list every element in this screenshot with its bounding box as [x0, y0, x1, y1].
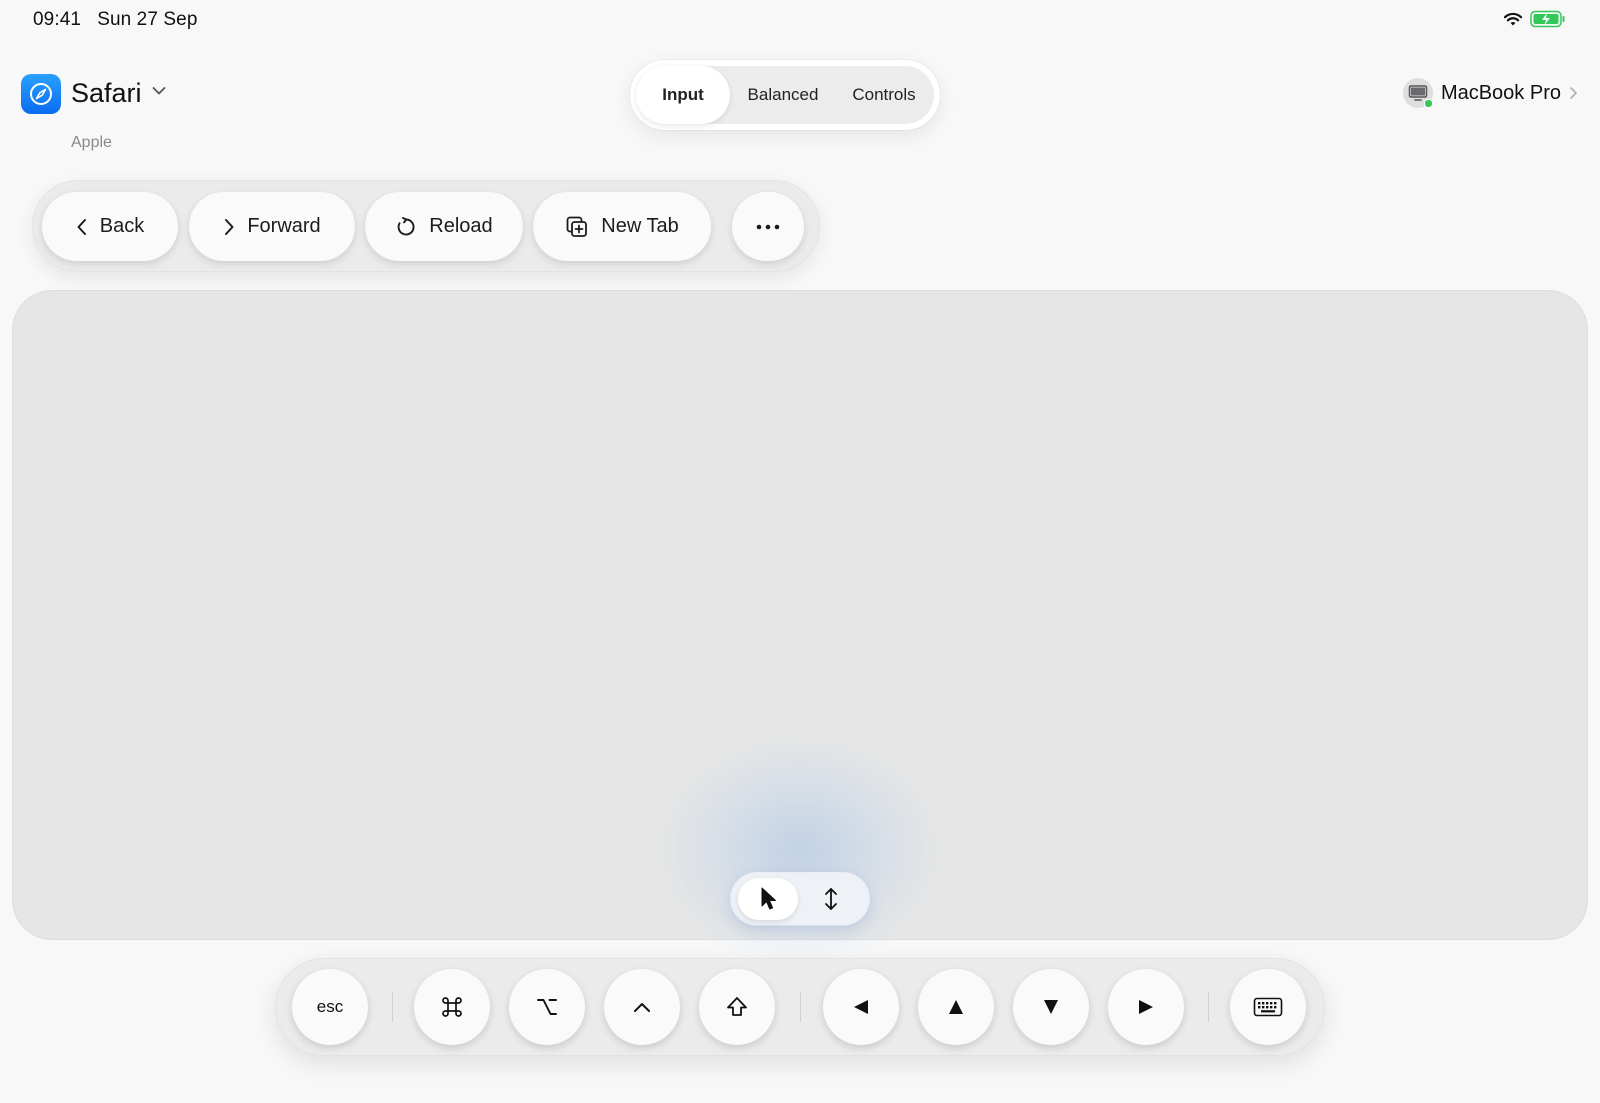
pointer-icon	[761, 887, 776, 910]
arrow-left-key[interactable]	[823, 969, 899, 1045]
status-date: Sun 27 Sep	[97, 9, 198, 30]
option-icon	[537, 999, 557, 1015]
chevron-left-icon	[77, 218, 86, 235]
keyboard-key[interactable]	[1230, 969, 1306, 1045]
status-bar-clock: 09:41 Sun 27 Sep	[33, 9, 198, 31]
new-tab-label: New Tab	[601, 215, 679, 237]
device-selector[interactable]: MacBook Pro	[1402, 78, 1578, 108]
esc-key[interactable]: esc	[292, 969, 368, 1045]
status-icons	[1503, 10, 1566, 28]
browser-toolbar: Back Forward Reload New Tab	[32, 180, 820, 272]
esc-key-label: esc	[316, 997, 344, 1016]
chevron-down-icon[interactable]	[152, 86, 166, 96]
arrow-right-icon	[1139, 1000, 1153, 1014]
keyboard-icon	[1253, 997, 1283, 1017]
more-button[interactable]	[732, 192, 804, 261]
key-divider	[800, 992, 801, 1022]
pointer-glow	[650, 730, 950, 970]
back-label: Back	[99, 215, 145, 237]
key-bar: esc	[275, 958, 1325, 1056]
forward-label: Forward	[247, 215, 321, 237]
online-status-dot	[1423, 99, 1433, 108]
arrow-down-key[interactable]	[1013, 969, 1089, 1045]
app-icon[interactable]	[21, 74, 61, 114]
scroll-icon	[825, 888, 837, 910]
chevron-right-icon	[225, 218, 234, 235]
arrow-left-icon	[854, 1000, 868, 1014]
arrow-down-icon	[1044, 1000, 1058, 1014]
new-tab-button[interactable]: New Tab	[533, 192, 711, 261]
reload-label: Reload	[429, 215, 493, 237]
segment-balanced[interactable]: Balanced	[730, 66, 836, 124]
compass-icon	[30, 83, 52, 105]
reload-button[interactable]: Reload	[365, 192, 523, 261]
device-name: MacBook Pro	[1440, 81, 1561, 104]
option-key[interactable]	[509, 969, 585, 1045]
scroll-mode-option[interactable]	[801, 878, 861, 920]
arrow-up-key[interactable]	[918, 969, 994, 1045]
segment-input[interactable]: Input	[636, 66, 730, 124]
key-divider	[1208, 992, 1209, 1022]
shift-key[interactable]	[699, 969, 775, 1045]
new-tab-icon	[566, 216, 588, 237]
mode-segmented-control: Input Balanced Controls	[630, 60, 940, 130]
arrow-up-icon	[949, 1000, 963, 1014]
status-time: 09:41	[33, 9, 82, 30]
device-avatar	[1402, 78, 1433, 108]
pointer-mode-option[interactable]	[738, 878, 798, 920]
command-icon	[442, 997, 462, 1017]
battery-charging-icon	[1530, 10, 1565, 28]
forward-button[interactable]: Forward	[189, 192, 355, 261]
app-vendor: Apple	[71, 134, 112, 151]
reload-icon	[397, 216, 415, 235]
control-icon	[634, 1003, 650, 1012]
ellipsis-icon	[756, 224, 780, 229]
chevron-right-icon	[1570, 87, 1577, 99]
back-button[interactable]: Back	[42, 192, 178, 261]
pointer-mode-toggle	[731, 873, 869, 925]
wifi-icon	[1503, 12, 1523, 26]
control-key[interactable]	[604, 969, 680, 1045]
segment-controls[interactable]: Controls	[836, 66, 932, 124]
shift-icon	[727, 997, 747, 1016]
arrow-right-key[interactable]	[1108, 969, 1184, 1045]
key-divider	[392, 992, 393, 1022]
app-name[interactable]: Safari	[71, 78, 142, 109]
command-key[interactable]	[414, 969, 490, 1045]
